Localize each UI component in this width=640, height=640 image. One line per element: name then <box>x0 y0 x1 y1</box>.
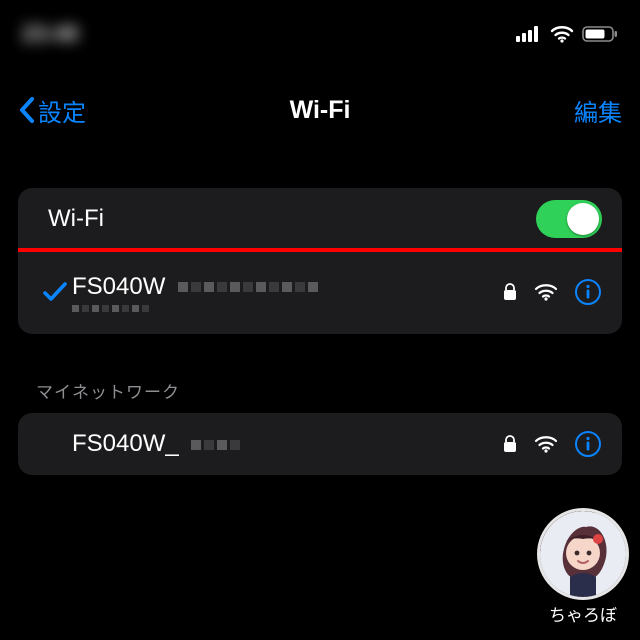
nav-bar: 設定 Wi-Fi 編集 <box>0 82 640 138</box>
wifi-status-icon <box>550 25 574 43</box>
network-row[interactable]: FS040W_ <box>18 413 622 475</box>
back-label: 設定 <box>38 93 86 128</box>
info-icon[interactable] <box>574 278 602 306</box>
connected-network-row[interactable]: FS040W <box>18 250 622 334</box>
obfuscated-text <box>72 305 318 312</box>
wifi-icon <box>534 435 558 453</box>
connected-ssid-text: FS040W <box>72 273 165 300</box>
obfuscated-text <box>178 282 318 292</box>
connected-ssid: FS040W <box>72 273 318 312</box>
battery-icon <box>582 25 618 43</box>
section-header-my-networks: マイネットワーク <box>36 378 604 403</box>
chevron-left-icon <box>18 96 36 124</box>
avatar-overlay: ちゃろぼ <box>540 511 626 626</box>
page-title: Wi-Fi <box>0 96 640 125</box>
lock-icon <box>502 434 518 454</box>
back-button[interactable]: 設定 <box>18 93 86 128</box>
wifi-toggle-row: Wi-Fi <box>18 188 622 250</box>
wifi-group: Wi-Fi FS040W <box>18 188 622 334</box>
cell-signal-icon <box>516 26 542 42</box>
avatar[interactable] <box>540 511 626 597</box>
wifi-icon <box>534 283 558 301</box>
edit-button[interactable]: 編集 <box>574 93 622 128</box>
obfuscated-text <box>191 440 240 450</box>
check-icon <box>42 280 68 304</box>
network-ssid: FS040W_ <box>72 430 240 458</box>
info-icon[interactable] <box>574 430 602 458</box>
status-time: 23:48 <box>22 21 78 47</box>
wifi-toggle-label: Wi-Fi <box>48 205 536 233</box>
avatar-label: ちゃろぼ <box>549 601 617 626</box>
network-ssid-text: FS040W_ <box>72 430 179 457</box>
lock-icon <box>502 282 518 302</box>
wifi-toggle[interactable] <box>536 200 602 238</box>
status-bar: 23:48 <box>0 0 640 54</box>
my-networks-group: FS040W_ <box>18 413 622 475</box>
